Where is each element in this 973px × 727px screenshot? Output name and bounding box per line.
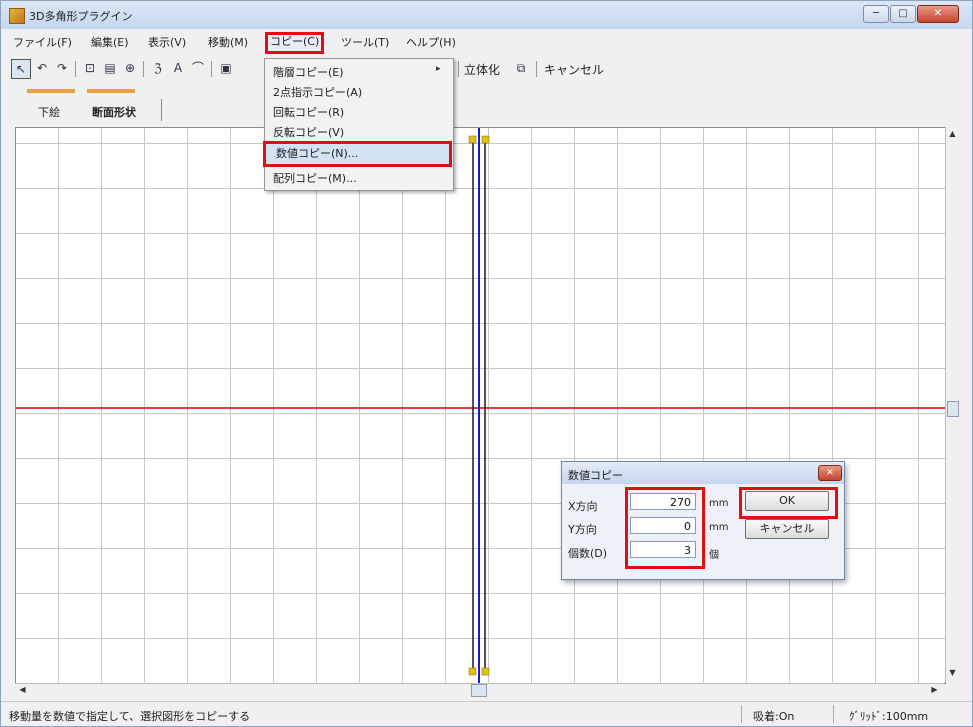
scroll-left-icon[interactable]: ◀ xyxy=(17,685,28,695)
toolbar-separator xyxy=(143,61,144,77)
ok-button[interactable]: OK xyxy=(745,491,829,511)
menu-help[interactable]: ヘルプ(H) xyxy=(406,35,456,51)
drawing-canvas[interactable] xyxy=(15,127,946,684)
toolbar-separator xyxy=(75,61,76,77)
toolbar-separator xyxy=(458,61,459,77)
x-direction-label: X方向 xyxy=(568,500,598,513)
y-direction-input[interactable]: 0 xyxy=(630,517,696,534)
frame-icon[interactable]: ▣ xyxy=(217,59,235,77)
vertical-scrollbar[interactable]: ▲ ▼ xyxy=(945,127,959,682)
solidify-button[interactable]: 立体化 xyxy=(464,61,500,78)
tab-underlay[interactable]: 下絵 xyxy=(38,104,60,120)
scroll-up-icon[interactable]: ▲ xyxy=(947,129,958,139)
vertical-scroll-thumb[interactable] xyxy=(947,401,959,417)
x-direction-input[interactable]: 270 xyxy=(630,493,696,510)
canvas-drawing xyxy=(16,128,945,683)
grid-icon[interactable]: ▤ xyxy=(101,59,119,77)
undo-icon[interactable]: ↶ xyxy=(33,59,51,77)
shape-icon[interactable]: ⊡ xyxy=(81,59,99,77)
grid-status: ｸﾞﾘｯﾄﾞ:100mm xyxy=(849,710,929,723)
redo-icon[interactable]: ↷ xyxy=(53,59,71,77)
numeric-copy-dialog: 数値コピー ✕ X方向 Y方向 個数(D) 270 0 3 mm mm 個 OK… xyxy=(561,461,845,580)
menu-item-hierarchy-copy[interactable]: 階層コピー(E) ▸ xyxy=(268,61,450,81)
tab-section-shape[interactable]: 断面形状 xyxy=(92,104,136,120)
scroll-right-icon[interactable]: ▶ xyxy=(929,685,940,695)
x-unit-label: mm xyxy=(709,498,729,509)
tab-indicator xyxy=(27,89,75,93)
menu-item-label: 反転コピー(V) xyxy=(273,126,345,139)
cancel-toolbar-button[interactable]: キャンセル xyxy=(544,61,604,78)
menu-move[interactable]: 移動(M) xyxy=(208,35,248,51)
menu-copy[interactable]: コピー(C) xyxy=(265,32,325,54)
snap-status: 吸着:On xyxy=(753,710,795,723)
scroll-down-icon[interactable]: ▼ xyxy=(947,668,958,678)
menu-item-rotate-copy[interactable]: 回転コピー(R) xyxy=(268,101,450,121)
handle-bottom-left[interactable] xyxy=(468,667,477,676)
menu-item-label: 階層コピー(E) xyxy=(273,66,344,79)
minimize-icon: ─ xyxy=(872,8,880,19)
arc-icon[interactable]: ⌒ xyxy=(189,59,207,77)
count-unit-label: 個 xyxy=(709,550,719,561)
count-input[interactable]: 3 xyxy=(630,541,696,558)
copy-menu-dropdown: 階層コピー(E) ▸ 2点指示コピー(A) 回転コピー(R) 反転コピー(V) … xyxy=(263,58,454,191)
status-separator xyxy=(741,705,742,723)
horizontal-scrollbar[interactable]: ◀ ▶ xyxy=(15,683,944,697)
dialog-title-bar: 数値コピー ✕ xyxy=(562,462,844,484)
horizontal-scroll-thumb[interactable] xyxy=(471,684,487,697)
minimize-button[interactable]: ─ xyxy=(863,5,889,23)
rotate-icon[interactable]: ℨ xyxy=(149,59,167,77)
menu-item-label: 数値コピー(N)... xyxy=(276,147,359,160)
handle-top-left[interactable] xyxy=(468,135,477,144)
app-window: 3D多角形プラグイン ─ □ ✕ ファイル(F) 編集(E) 表示(V) 移動(… xyxy=(0,0,973,727)
menu-view[interactable]: 表示(V) xyxy=(148,35,186,51)
tab-bar: 下絵 断面形状 xyxy=(1,87,972,123)
cursor-arrow-icon[interactable]: ↖ xyxy=(11,59,31,79)
close-icon: ✕ xyxy=(826,468,834,478)
toolbar-separator xyxy=(536,61,537,77)
solid-icon[interactable]: ⧉ xyxy=(512,59,530,77)
zoom-icon[interactable]: ⊕ xyxy=(121,59,139,77)
toolbar: ↖ ↶ ↷ ⊡ ▤ ⊕ ℨ A ⌒ ▣ 立体化 ⧉ キャンセル xyxy=(1,57,972,83)
dialog-title: 数値コピー xyxy=(568,469,623,482)
menu-bar: ファイル(F) 編集(E) 表示(V) 移動(M) コピー(C) ツール(T) … xyxy=(1,32,972,54)
menu-edit[interactable]: 編集(E) xyxy=(91,35,129,51)
toolbar-separator xyxy=(211,61,212,77)
ok-highlight: OK xyxy=(739,487,838,519)
title-bar: 3D多角形プラグイン ─ □ ✕ xyxy=(1,1,972,29)
menu-item-two-point-copy[interactable]: 2点指示コピー(A) xyxy=(268,81,450,101)
menu-item-label: 2点指示コピー(A) xyxy=(273,86,363,99)
menu-tools[interactable]: ツール(T) xyxy=(341,35,389,51)
maximize-icon: □ xyxy=(898,8,908,19)
close-button[interactable]: ✕ xyxy=(917,5,959,23)
status-separator xyxy=(833,705,834,723)
field-highlight: 270 0 3 xyxy=(625,487,705,569)
menu-item-label: 回転コピー(R) xyxy=(273,106,345,119)
submenu-arrow-icon: ▸ xyxy=(436,64,441,74)
status-bar: 移動量を数値で指定して、選択図形をコピーする 吸着:On ｸﾞﾘｯﾄﾞ:100m… xyxy=(1,701,972,726)
dialog-close-button[interactable]: ✕ xyxy=(818,465,842,481)
tab-indicator xyxy=(87,89,135,93)
close-icon: ✕ xyxy=(933,8,943,19)
cancel-button[interactable]: キャンセル xyxy=(745,519,829,539)
menu-item-label: 配列コピー(M)... xyxy=(273,172,357,185)
tab-divider xyxy=(161,99,162,121)
text-icon[interactable]: A xyxy=(169,59,187,77)
window-title: 3D多角形プラグイン xyxy=(29,10,133,23)
handle-top-right[interactable] xyxy=(481,135,490,144)
maximize-button[interactable]: □ xyxy=(890,5,916,23)
menu-item-mirror-copy[interactable]: 反転コピー(V) xyxy=(268,121,450,141)
y-direction-label: Y方向 xyxy=(568,523,597,536)
y-unit-label: mm xyxy=(709,522,729,533)
menu-file[interactable]: ファイル(F) xyxy=(13,35,72,51)
handle-bottom-right[interactable] xyxy=(481,667,490,676)
count-label: 個数(D) xyxy=(568,547,608,560)
menu-item-numeric-copy[interactable]: 数値コピー(N)... xyxy=(263,141,452,167)
menu-item-array-copy[interactable]: 配列コピー(M)... xyxy=(268,167,450,187)
app-icon xyxy=(9,8,25,24)
status-message: 移動量を数値で指定して、選択図形をコピーする xyxy=(9,710,251,723)
